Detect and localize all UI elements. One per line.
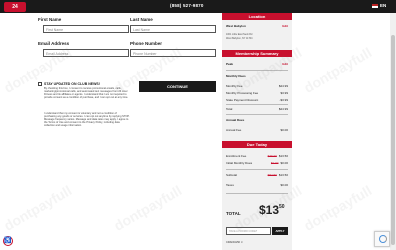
monthly-dues-label: Monthly Dues xyxy=(226,74,246,78)
initial-dues-label: Initial Monthly Dues xyxy=(226,161,253,165)
applied-promo-chip[interactable]: CRANCH50 ✕ xyxy=(226,241,243,244)
enrollment-value: $13.50 xyxy=(278,154,288,158)
location-address-1: 1001 Little East Neck Rd xyxy=(226,33,253,36)
state-payment-label: State Payment Discount xyxy=(226,98,259,102)
state-payment-value: -$3.99 xyxy=(279,98,288,102)
taxes-row: Taxes $0.00 xyxy=(226,183,288,187)
divider xyxy=(226,169,288,170)
annual-fee-row: Annual Fee $0.00 xyxy=(226,128,288,132)
enrollment-row: Enrollment Fee $79.00 $13.50 xyxy=(226,154,288,158)
optin-terms-text: I understand that my consent is voluntar… xyxy=(44,112,130,128)
location-name: West Babylon xyxy=(226,24,246,28)
first-name-field[interactable]: First Name xyxy=(43,25,129,33)
watermark: dontpayfull xyxy=(1,182,75,234)
subtotal-row: Subtotal $84.50 $13.50 xyxy=(226,173,288,177)
annual-dues-label: Annual Dues xyxy=(226,118,245,122)
annual-fee-label: Annual Fee xyxy=(226,128,242,132)
location-edit-link[interactable]: Edit xyxy=(282,24,288,28)
location-address-2: West Babylon, NY 11704 xyxy=(226,37,253,40)
location-row: West Babylon Edit xyxy=(226,24,288,28)
monthly-total-label: Total xyxy=(226,107,233,111)
language-label: EN xyxy=(380,3,387,8)
total-due-label: TOTAL xyxy=(226,211,241,216)
initial-dues-old-price: $0.00 xyxy=(270,161,279,165)
subtotal-old-price: $84.50 xyxy=(267,173,277,177)
brand-logo[interactable]: 24 xyxy=(4,2,26,12)
continue-button[interactable]: CONTINUE xyxy=(139,81,216,92)
email-field[interactable]: Email Address xyxy=(43,49,129,57)
enrollment-label: Enrollment Fee xyxy=(226,154,247,158)
recaptcha-icon xyxy=(379,235,387,243)
us-flag-icon xyxy=(372,3,378,8)
due-today-header: Due Today xyxy=(222,141,292,148)
first-name-label: First Name xyxy=(38,17,62,22)
membership-header: Membership Summary xyxy=(222,50,292,57)
phone-label: Phone Number xyxy=(130,41,163,46)
initial-dues-value: $0.00 xyxy=(280,161,288,165)
monthly-processing-row: Monthly Processing Fee $3.99 xyxy=(226,91,288,95)
optin-checkbox[interactable] xyxy=(38,82,42,86)
watermark: dontpayfull xyxy=(111,182,185,234)
divider xyxy=(226,104,288,105)
watermark: dontpayfull xyxy=(301,182,375,234)
subtotal-value: $13.50 xyxy=(278,173,288,177)
email-label: Email Address xyxy=(38,41,70,46)
monthly-processing-value: $3.99 xyxy=(280,91,288,95)
last-name-field[interactable]: Last Name xyxy=(130,25,216,33)
monthly-fee-row: Monthly Fee $24.99 xyxy=(226,84,288,88)
phone-number[interactable]: (858) 527-9870 xyxy=(170,3,204,8)
apply-promo-button[interactable]: APPLY xyxy=(272,227,288,235)
subtotal-label: Subtotal xyxy=(226,173,238,177)
order-summary: Location West Babylon Edit 1001 Little E… xyxy=(222,13,292,250)
promo-code-input[interactable]: HAVE A PROMO CODE? xyxy=(226,227,271,235)
monthly-fee-value: $24.99 xyxy=(278,84,288,88)
watermark: dontpayfull xyxy=(301,44,375,96)
location-header: Location xyxy=(222,13,292,20)
recaptcha-badge[interactable] xyxy=(374,231,390,247)
optin-title: STAY UPDATED ON CLUB NEWS! xyxy=(44,82,100,86)
enrollment-old-price: $79.00 xyxy=(267,154,277,158)
plan-name: Peak xyxy=(226,62,234,66)
total-due-amount: $1350 xyxy=(259,203,285,217)
monthly-fee-label: Monthly Fee xyxy=(226,84,243,88)
last-name-label: Last Name xyxy=(130,17,153,22)
top-bar: 24 (858) 527-9870 EN xyxy=(0,0,396,13)
monthly-processing-label: Monthly Processing Fee xyxy=(226,91,259,95)
optin-consent-text: By checking this box, I consent to recei… xyxy=(44,87,129,100)
total-due-cents: 50 xyxy=(279,204,285,210)
divider xyxy=(226,193,288,194)
monthly-total-row: Total $24.99 xyxy=(226,107,288,111)
accessibility-icon[interactable]: ♿ xyxy=(3,236,13,246)
divider xyxy=(226,114,288,115)
taxes-value: $0.00 xyxy=(280,183,288,187)
taxes-label: Taxes xyxy=(226,183,234,187)
initial-dues-row: Initial Monthly Dues $0.00 $0.00 xyxy=(226,161,288,165)
plan-edit-link[interactable]: Edit xyxy=(282,62,288,66)
scrollbar-thumb[interactable] xyxy=(391,35,395,245)
annual-fee-value: $0.00 xyxy=(280,128,288,132)
monthly-total-value: $24.99 xyxy=(278,107,288,111)
plan-row: Peak Edit xyxy=(226,62,288,66)
language-selector[interactable]: EN xyxy=(372,3,386,8)
page-scrollbar[interactable] xyxy=(390,13,396,250)
phone-field[interactable]: Phone Number xyxy=(130,49,216,57)
divider xyxy=(226,70,288,71)
total-due-dollars: $13 xyxy=(259,203,280,217)
state-payment-row: State Payment Discount -$3.99 xyxy=(226,98,288,102)
